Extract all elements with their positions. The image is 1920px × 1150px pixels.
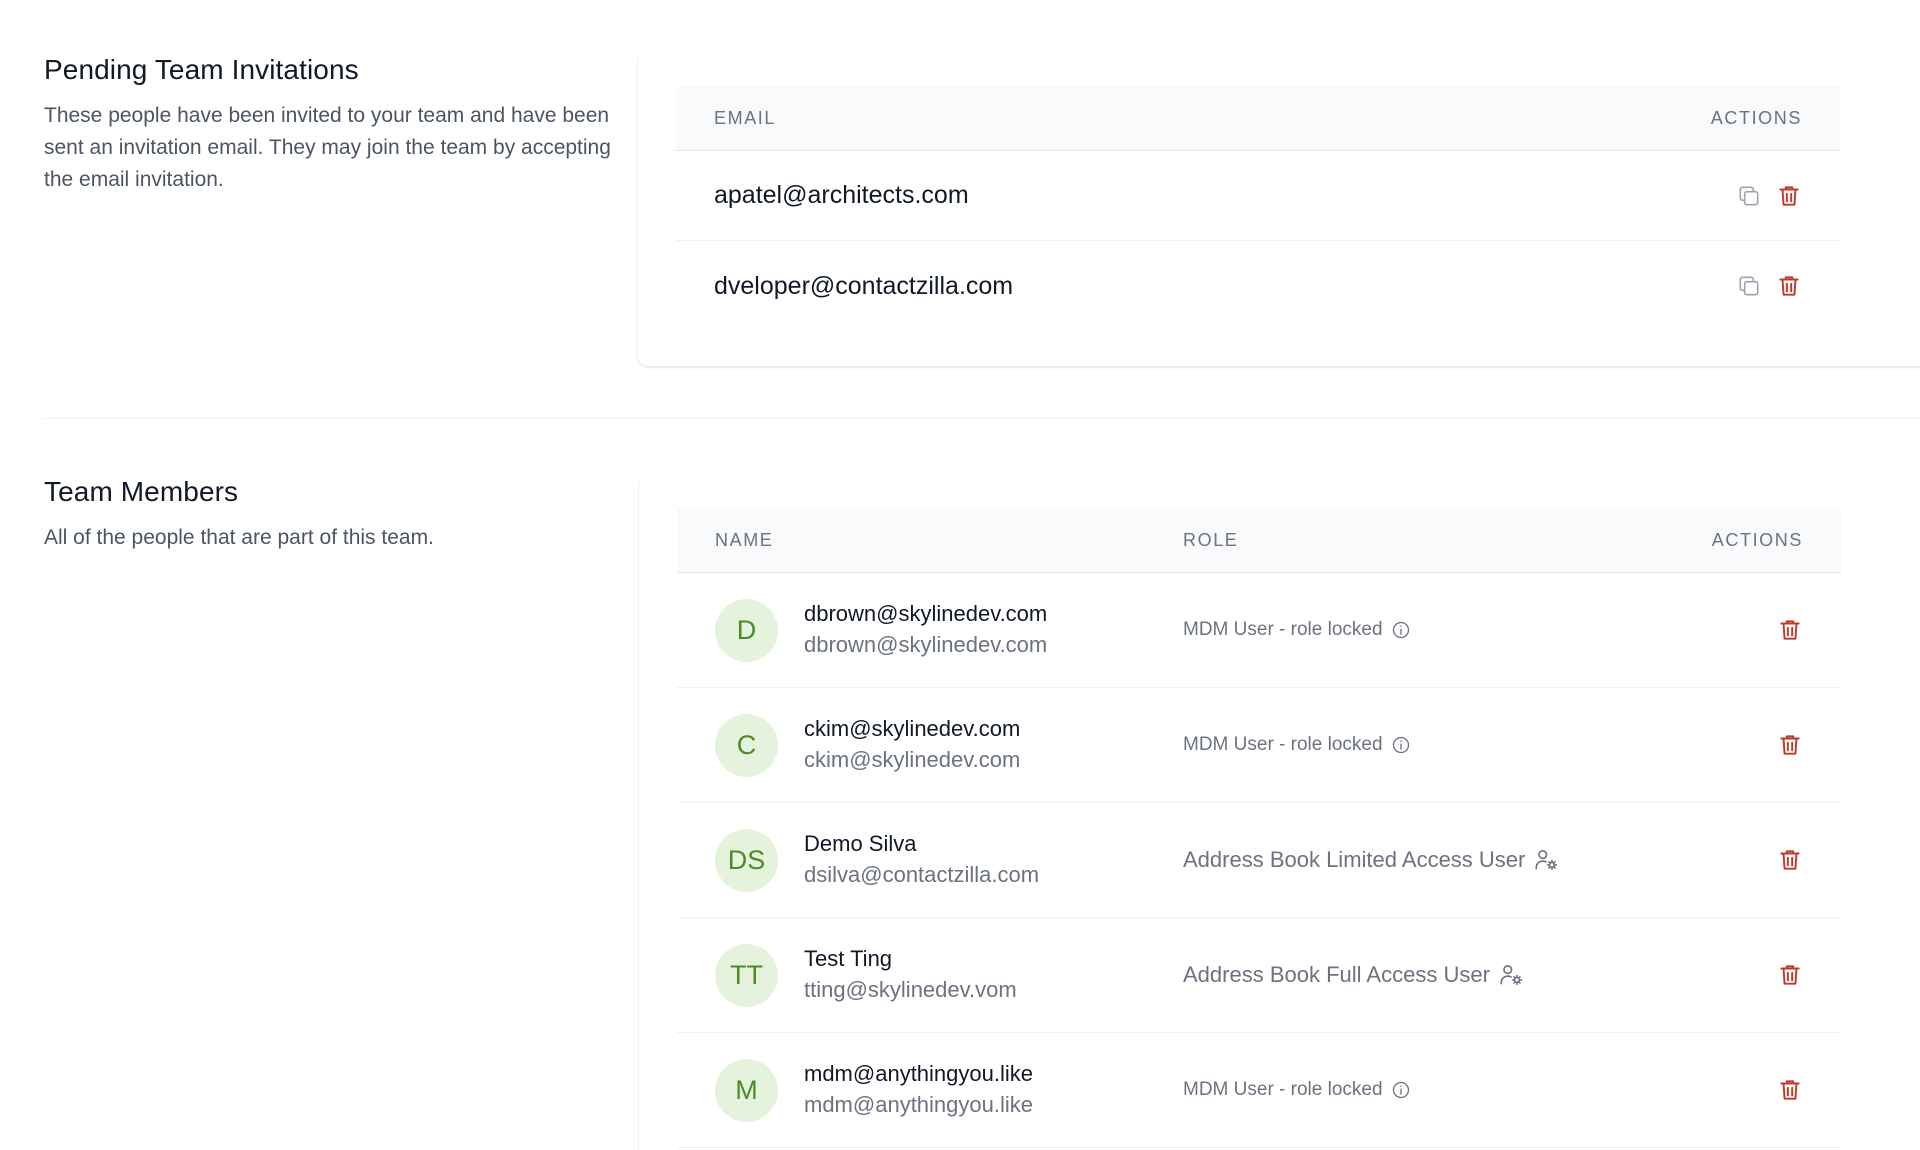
invitation-actions <box>1640 183 1840 209</box>
member-name-cell: M mdm@anythingyou.like mdm@anythingyou.l… <box>677 1059 1183 1122</box>
pending-invitations-title: Pending Team Invitations <box>44 52 644 88</box>
member-role: MDM User - role locked <box>1183 1079 1383 1101</box>
member-row: D dbrown@skylinedev.com dbrown@skylinede… <box>677 573 1841 688</box>
member-role: MDM User - role locked <box>1183 619 1383 641</box>
info-icon[interactable] <box>1391 1080 1411 1100</box>
invitation-row: apatel@architects.com <box>676 151 1840 241</box>
member-role-cell: MDM User - role locked <box>1183 734 1641 756</box>
member-name-cell: C ckim@skylinedev.com ckim@skylinedev.co… <box>677 714 1183 777</box>
trash-icon[interactable] <box>1777 847 1803 873</box>
member-text: Demo Silva dsilva@contactzilla.com <box>804 829 1039 891</box>
member-role-cell: MDM User - role locked <box>1183 1079 1641 1101</box>
member-email: mdm@anythingyou.like <box>804 1089 1033 1121</box>
member-text: mdm@anythingyou.like mdm@anythingyou.lik… <box>804 1059 1033 1121</box>
member-name-cell: DS Demo Silva dsilva@contactzilla.com <box>677 829 1183 892</box>
info-icon[interactable] <box>1391 620 1411 640</box>
member-actions <box>1641 962 1841 988</box>
avatar: DS <box>715 829 778 892</box>
member-name: mdm@anythingyou.like <box>804 1059 1033 1089</box>
column-header-email: EMAIL <box>676 108 1640 129</box>
member-name: dbrown@skylinedev.com <box>804 599 1047 629</box>
member-name-cell: TT Test Ting tting@skylinedev.vom <box>677 944 1183 1007</box>
invitation-email: apatel@architects.com <box>676 181 1640 210</box>
user-gear-icon[interactable] <box>1533 847 1559 873</box>
member-role: MDM User - role locked <box>1183 734 1383 756</box>
copy-icon[interactable] <box>1736 183 1762 209</box>
team-members-section: Team Members All of the people that are … <box>44 418 1920 1150</box>
trash-icon[interactable] <box>1777 1077 1803 1103</box>
member-row: M mdm@anythingyou.like mdm@anythingyou.l… <box>677 1033 1841 1148</box>
copy-icon[interactable] <box>1736 273 1762 299</box>
invitation-email: dveloper@contactzilla.com <box>676 272 1640 301</box>
trash-icon[interactable] <box>1776 183 1802 209</box>
avatar: D <box>715 599 778 662</box>
column-header-name: NAME <box>677 530 1183 551</box>
pending-table-header: EMAIL ACTIONS <box>676 86 1840 151</box>
trash-icon[interactable] <box>1776 273 1802 299</box>
member-role-cell: Address Book Full Access User <box>1183 962 1641 988</box>
column-header-actions: ACTIONS <box>1640 108 1840 129</box>
member-role: Address Book Limited Access User <box>1183 847 1525 873</box>
member-email: tting@skylinedev.vom <box>804 974 1017 1006</box>
invitation-actions <box>1640 273 1840 299</box>
avatar: M <box>715 1059 778 1122</box>
team-members-card: NAME ROLE ACTIONS D dbrown@skylinedev.co… <box>638 474 1920 1150</box>
member-row: DS Demo Silva dsilva@contactzilla.com Ad… <box>677 803 1841 918</box>
member-name: Demo Silva <box>804 829 1039 859</box>
member-row: TT Test Ting tting@skylinedev.vom Addres… <box>677 918 1841 1033</box>
member-name: Test Ting <box>804 944 1017 974</box>
member-name: ckim@skylinedev.com <box>804 714 1020 744</box>
member-text: ckim@skylinedev.com ckim@skylinedev.com <box>804 714 1020 776</box>
team-settings-page: Pending Team Invitations These people ha… <box>0 0 1920 1150</box>
member-text: Test Ting tting@skylinedev.vom <box>804 944 1017 1006</box>
avatar: C <box>715 714 778 777</box>
trash-icon[interactable] <box>1777 732 1803 758</box>
team-members-title: Team Members <box>44 474 644 510</box>
avatar: TT <box>715 944 778 1007</box>
member-actions <box>1641 617 1841 643</box>
member-actions <box>1641 847 1841 873</box>
info-icon[interactable] <box>1391 735 1411 755</box>
team-members-info: Team Members All of the people that are … <box>44 474 644 554</box>
column-header-actions: ACTIONS <box>1641 530 1841 551</box>
member-email: dsilva@contactzilla.com <box>804 859 1039 891</box>
member-role-cell: MDM User - role locked <box>1183 619 1641 641</box>
invitation-row: dveloper@contactzilla.com <box>676 241 1840 331</box>
member-email: ckim@skylinedev.com <box>804 744 1020 776</box>
member-row: C ckim@skylinedev.com ckim@skylinedev.co… <box>677 688 1841 803</box>
member-email: dbrown@skylinedev.com <box>804 629 1047 661</box>
user-gear-icon[interactable] <box>1498 962 1524 988</box>
member-actions <box>1641 732 1841 758</box>
member-text: dbrown@skylinedev.com dbrown@skylinedev.… <box>804 599 1047 661</box>
pending-invitations-info: Pending Team Invitations These people ha… <box>44 52 644 196</box>
member-actions <box>1641 1077 1841 1103</box>
member-name-cell: D dbrown@skylinedev.com dbrown@skylinede… <box>677 599 1183 662</box>
pending-invitations-description: These people have been invited to your t… <box>44 100 644 196</box>
trash-icon[interactable] <box>1777 617 1803 643</box>
column-header-role: ROLE <box>1183 530 1641 551</box>
trash-icon[interactable] <box>1777 962 1803 988</box>
team-members-table: NAME ROLE ACTIONS D dbrown@skylinedev.co… <box>677 508 1841 1148</box>
pending-invitations-card: EMAIL ACTIONS apatel@architects.com dvel… <box>638 52 1920 366</box>
members-table-header: NAME ROLE ACTIONS <box>677 508 1841 573</box>
member-role: Address Book Full Access User <box>1183 962 1490 988</box>
team-members-description: All of the people that are part of this … <box>44 522 644 554</box>
member-role-cell: Address Book Limited Access User <box>1183 847 1641 873</box>
pending-invitations-table: EMAIL ACTIONS apatel@architects.com dvel… <box>676 86 1840 331</box>
